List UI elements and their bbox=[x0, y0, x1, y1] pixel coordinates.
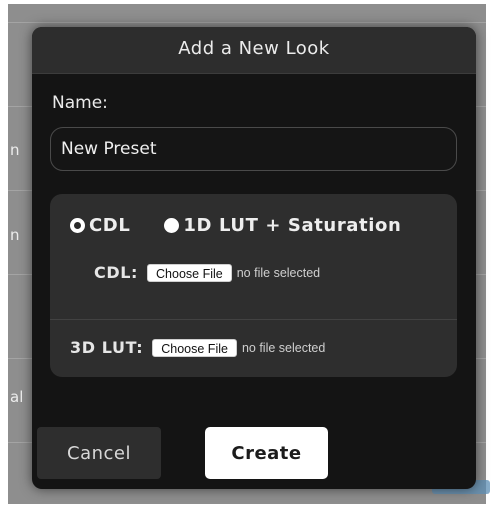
look-options-panel: CDL 1D LUT + Saturation CDL: Choose File… bbox=[50, 194, 457, 377]
radio-selected-icon bbox=[70, 218, 85, 233]
lut3d-file-label: 3D LUT: bbox=[70, 338, 144, 357]
background-text-fragment: al bbox=[10, 388, 24, 406]
panel-divider bbox=[50, 319, 457, 320]
background-text-fragment: n bbox=[10, 226, 20, 244]
mode-radio-group: CDL 1D LUT + Saturation bbox=[70, 215, 401, 236]
dialog-title: Add a New Look bbox=[178, 38, 330, 59]
radio-label: CDL bbox=[89, 215, 131, 236]
cdl-file-status: no file selected bbox=[236, 265, 321, 280]
lut3d-choose-file-button[interactable]: Choose File bbox=[152, 338, 237, 357]
cancel-button[interactable]: Cancel bbox=[37, 427, 161, 479]
lut3d-file-row: 3D LUT: Choose File no file selected bbox=[70, 338, 325, 357]
create-button[interactable]: Create bbox=[205, 427, 328, 479]
lut3d-file-status: no file selected bbox=[241, 340, 326, 355]
radio-unselected-icon bbox=[164, 218, 180, 233]
background-text-fragment: n bbox=[10, 141, 20, 159]
name-label: Name: bbox=[52, 93, 108, 113]
radio-option-cdl[interactable]: CDL bbox=[70, 215, 130, 236]
radio-label: 1D LUT + Saturation bbox=[183, 215, 402, 236]
cdl-file-row: CDL: Choose File no file selected bbox=[94, 263, 320, 282]
radio-option-1d-lut[interactable]: 1D LUT + Saturation bbox=[164, 215, 401, 236]
cdl-choose-file-button[interactable]: Choose File bbox=[147, 263, 232, 282]
name-input[interactable] bbox=[50, 127, 457, 171]
add-look-dialog: Add a New Look Name: CDL 1D LUT + Satura… bbox=[32, 27, 476, 489]
dialog-header: Add a New Look bbox=[32, 27, 476, 74]
cdl-file-label: CDL: bbox=[94, 263, 139, 282]
background-divider bbox=[8, 22, 486, 23]
